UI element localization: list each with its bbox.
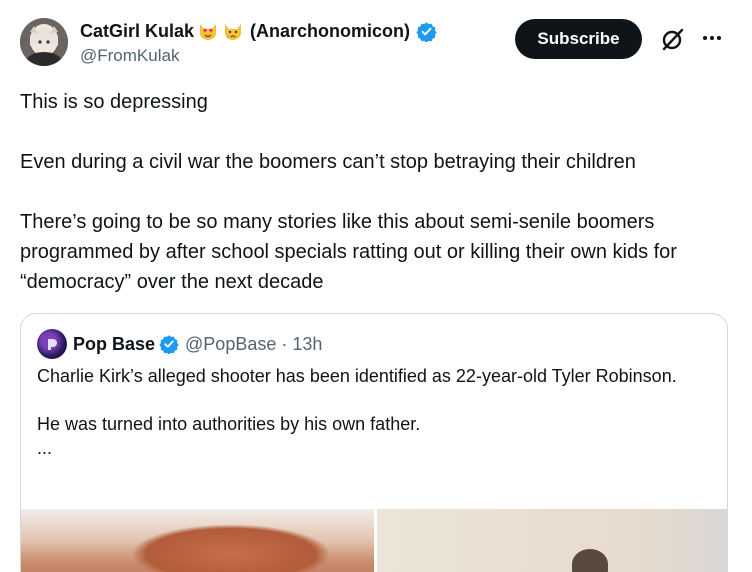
tweet-paragraph: This is so depressing (20, 91, 208, 113)
author-avatar[interactable] (20, 18, 68, 66)
quoted-verified-badge-icon (159, 335, 179, 354)
tweet-header: CatGirl Kulak (Anarchonomicon) @FromKula… (20, 16, 732, 72)
crying-cat-emoji (225, 24, 242, 40)
quoted-tweet-header: Pop Base @PopBase · 13h (37, 329, 322, 359)
display-name-suffix[interactable]: (Anarchonomicon) (250, 21, 410, 42)
media-image-2[interactable] (376, 509, 727, 572)
display-name[interactable]: CatGirl Kulak (80, 21, 194, 42)
tweet-paragraph: There’s going to be so many stories like… (20, 211, 677, 293)
display-name-row[interactable]: CatGirl Kulak (Anarchonomicon) (80, 20, 437, 42)
author-handle[interactable]: @FromKulak (80, 46, 437, 66)
tweet-paragraph: Even during a civil war the boomers can’… (20, 151, 636, 173)
quoted-tweet-text: Charlie Kirk’s alleged shooter has been … (37, 364, 697, 460)
author-names: CatGirl Kulak (Anarchonomicon) @FromKula… (80, 20, 437, 66)
quoted-display-name[interactable]: Pop Base (73, 334, 155, 355)
quoted-timestamp[interactable]: · 13h (281, 334, 322, 355)
media-image-1[interactable] (21, 509, 374, 572)
more-icon[interactable] (700, 26, 724, 50)
tweet-body: This is so depressing Even during a civi… (20, 87, 732, 297)
grok-icon[interactable] (660, 26, 686, 52)
quoted-line: He was turned into authorities by his ow… (37, 414, 421, 434)
quoted-line: Charlie Kirk’s alleged shooter has been … (37, 366, 677, 386)
quoted-handle[interactable]: @PopBase (185, 334, 276, 355)
quoted-tweet[interactable]: Pop Base @PopBase · 13h Charlie Kirk’s a… (20, 313, 728, 572)
subscribe-button[interactable]: Subscribe (515, 19, 642, 59)
quoted-avatar[interactable] (37, 329, 67, 359)
quoted-line: ... (37, 438, 53, 458)
heart-eyes-cat-emoji (200, 24, 217, 40)
verified-badge-icon[interactable] (416, 21, 437, 42)
quoted-media[interactable] (21, 509, 727, 572)
